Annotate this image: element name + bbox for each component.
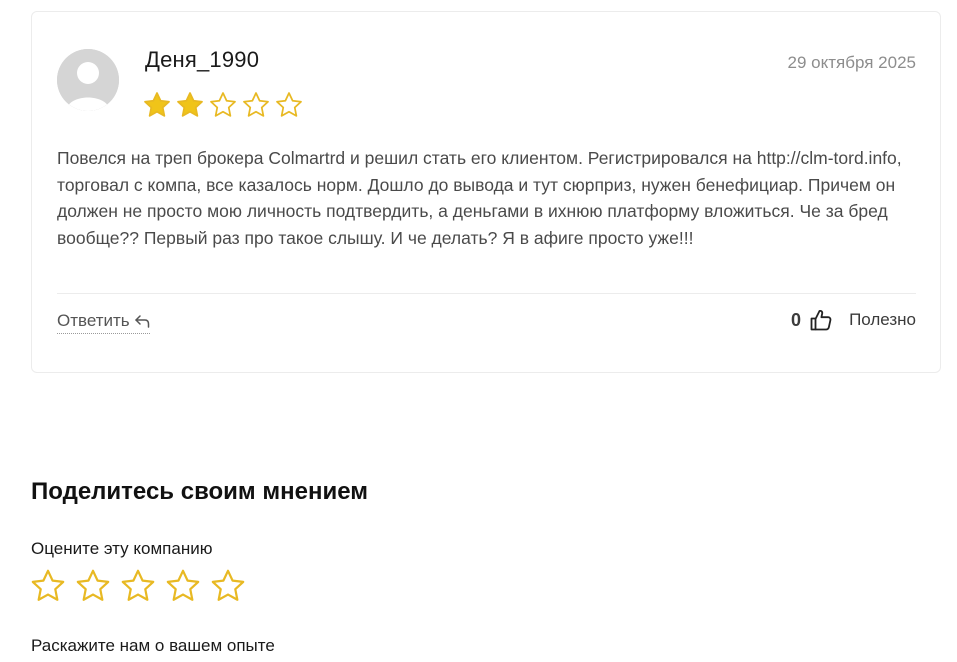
reply-arrow-icon (134, 314, 150, 328)
review-date: 29 октября 2025 (787, 53, 916, 72)
useful-count: 0 (791, 309, 802, 330)
star-icon[interactable] (74, 567, 112, 605)
avatar (57, 49, 119, 111)
user-placeholder-icon (57, 49, 119, 111)
review-rating (142, 90, 304, 120)
star-icon (274, 90, 304, 120)
star-icon (241, 90, 271, 120)
star-icon[interactable] (29, 567, 67, 605)
star-icon (208, 90, 238, 120)
star-icon[interactable] (209, 567, 247, 605)
section-title: Поделитесь своим мнением (31, 478, 368, 505)
star-icon[interactable] (164, 567, 202, 605)
review-card: Деня_1990 29 октября 2025 Повелся на тре… (31, 11, 941, 373)
thumbs-up-icon[interactable] (809, 308, 833, 332)
rate-label: Оцените эту компанию (31, 539, 213, 558)
reply-label: Ответить (57, 311, 130, 330)
divider (57, 293, 916, 294)
reply-button[interactable]: Ответить (57, 311, 150, 334)
review-text: Повелся на треп брокера Colmartrd и реши… (57, 148, 902, 248)
review-author: Деня_1990 (145, 47, 260, 72)
star-icon[interactable] (119, 567, 157, 605)
star-icon (175, 90, 205, 120)
rating-input (29, 567, 247, 605)
useful-button[interactable]: Полезно (849, 310, 916, 330)
star-icon (142, 90, 172, 120)
experience-label: Раскажите нам о вашем опыте (31, 636, 275, 655)
useful-block: 0 Полезно (791, 308, 916, 332)
